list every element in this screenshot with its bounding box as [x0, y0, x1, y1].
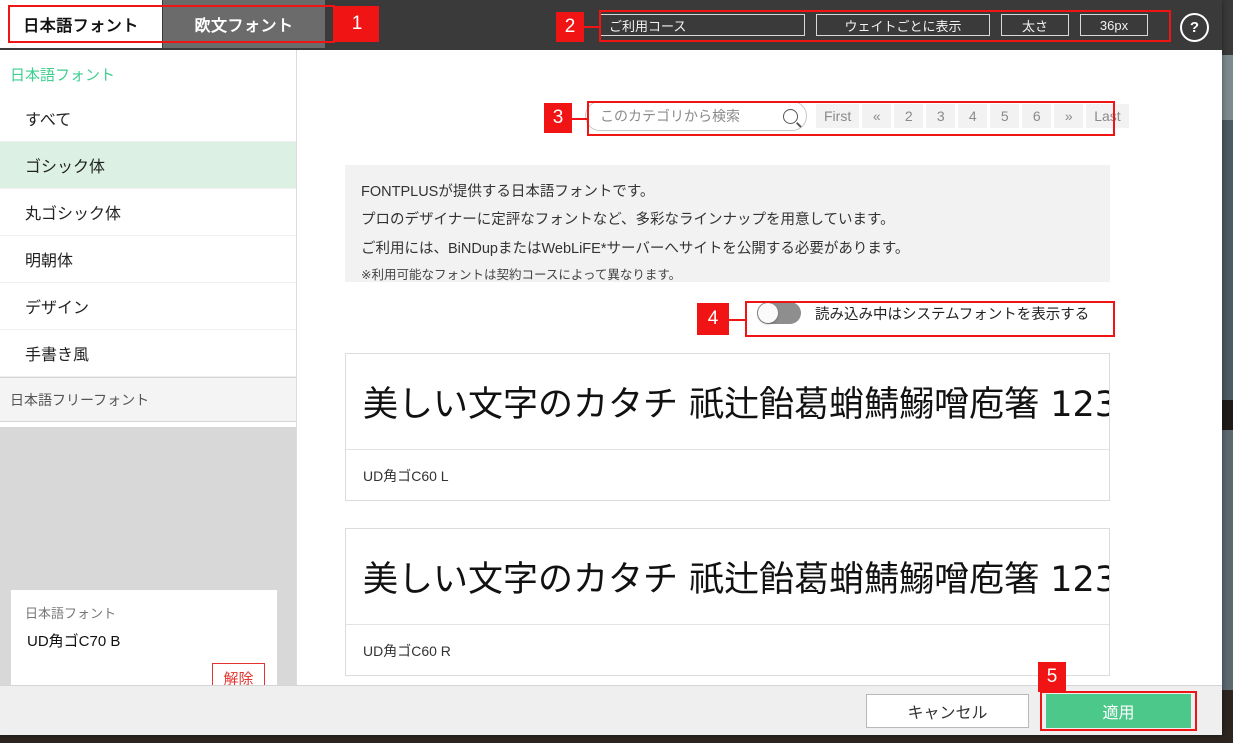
- search-icon: [783, 108, 798, 124]
- callout-marker-2: 2: [556, 12, 584, 42]
- course-selector[interactable]: ご利用コース: [600, 14, 805, 36]
- sidebar-item-round-gothic[interactable]: 丸ゴシック体: [0, 189, 296, 236]
- font-preview-text: 美しい文字のカタチ 祇辻飴葛蛸鯖鰯噌庖箸 12345 6789…: [346, 354, 1109, 450]
- help-icon-glyph: ?: [1189, 19, 1200, 36]
- info-line-1: FONTPLUSが提供する日本語フォントです。: [361, 184, 655, 200]
- callout-line-3: [572, 118, 587, 120]
- sidebar-item-gothic[interactable]: ゴシック体: [0, 142, 296, 189]
- callout-marker-3-label: 3: [552, 107, 564, 128]
- search-box[interactable]: [585, 101, 807, 131]
- selected-font-card: 日本語フォント UD角ゴC70 B 解除: [11, 590, 277, 685]
- info-line-2: プロのデザイナーに定評なフォントなど、多彩なラインナップを用意しています。: [361, 212, 895, 229]
- weight-display-selector[interactable]: ウェイトごとに表示: [816, 14, 990, 36]
- callout-marker-5: 5: [1038, 662, 1066, 692]
- tab-western-font[interactable]: 欧文フォント: [163, 0, 325, 48]
- font-picker-dialog: 日本語フォント 欧文フォント ご利用コース ウェイトごとに表示 太さ 36px …: [0, 0, 1222, 735]
- callout-marker-5-label: 5: [1046, 666, 1058, 687]
- callout-marker-1-label: 1: [351, 13, 363, 34]
- pagination-prev[interactable]: «: [862, 104, 892, 128]
- callout-marker-1: 1: [335, 6, 379, 42]
- pagination-page-4[interactable]: 4: [958, 104, 988, 128]
- pagination-label: 6: [1032, 108, 1041, 124]
- system-font-toggle-label: 読み込み中はシステムフォントを表示する: [815, 306, 1090, 323]
- pagination-label: «: [872, 108, 881, 124]
- sidebar-title: 日本語フォント: [10, 67, 116, 84]
- pagination-last[interactable]: Last: [1086, 104, 1129, 128]
- font-card[interactable]: 美しい文字のカタチ 祇辻飴葛蛸鯖鰯噌庖箸 12345 6789… UD角ゴC60…: [345, 353, 1110, 501]
- search-and-pagination-row: First « 2 3 4 5 6 » Last: [585, 101, 1132, 131]
- tab-western-font-label: 欧文フォント: [194, 18, 294, 35]
- thickness-label: 太さ: [1021, 18, 1048, 34]
- tab-japanese-font-label: 日本語フォント: [23, 18, 139, 35]
- callout-marker-3: 3: [544, 103, 572, 133]
- weight-display-label: ウェイトごとに表示: [844, 18, 962, 34]
- pagination-label: »: [1064, 108, 1073, 124]
- sidebar-item-all[interactable]: すべて: [0, 95, 296, 142]
- font-preview-text: 美しい文字のカタチ 祇辻飴葛蛸鯖鰯噌庖箸 12345 6789…: [346, 529, 1109, 625]
- pagination-label: First: [824, 108, 852, 124]
- sidebar-item-handwriting[interactable]: 手書き風: [0, 330, 296, 377]
- pagination-label: Last: [1094, 108, 1121, 124]
- main-content: First « 2 3 4 5 6 » Last FONTPLUSが提供する日本…: [297, 50, 1222, 685]
- thickness-selector[interactable]: 太さ: [1001, 14, 1069, 36]
- sidebar-item-mincho[interactable]: 明朝体: [0, 236, 296, 283]
- header-toolbar: ご利用コース ウェイトごとに表示 太さ 36px: [600, 0, 1148, 50]
- callout-marker-2-label: 2: [564, 16, 576, 37]
- release-button-label: 解除: [223, 670, 254, 686]
- pagination-page-5[interactable]: 5: [990, 104, 1020, 128]
- pagination-next[interactable]: »: [1054, 104, 1084, 128]
- selected-font-category: 日本語フォント: [25, 606, 117, 621]
- toggle-knob: [758, 303, 778, 323]
- selected-font-name: UD角ゴC70 B: [27, 633, 121, 650]
- apply-button-label: 適用: [1102, 705, 1135, 722]
- info-panel: FONTPLUSが提供する日本語フォントです。 プロのデザイナーに定評なフォント…: [345, 165, 1110, 282]
- callout-line-4: [729, 319, 745, 321]
- release-button[interactable]: 解除: [212, 663, 265, 685]
- pagination: First « 2 3 4 5 6 » Last: [816, 104, 1132, 128]
- sidebar-item-label: 手書き風: [25, 347, 90, 364]
- font-size-label: 36px: [1099, 17, 1129, 33]
- sidebar-section-free-fonts[interactable]: 日本語フリーフォント: [0, 377, 296, 422]
- sidebar-section-free-fonts-label: 日本語フリーフォント: [10, 391, 150, 408]
- callout-marker-4-label: 4: [707, 308, 719, 329]
- sidebar-item-design[interactable]: デザイン: [0, 283, 296, 330]
- help-icon[interactable]: ?: [1180, 13, 1209, 42]
- sidebar: 日本語フォント すべて ゴシック体 丸ゴシック体 明朝体 デザイン 手書き風 日…: [0, 50, 297, 685]
- sidebar-item-label: すべて: [25, 112, 72, 129]
- system-font-toggle[interactable]: [757, 302, 801, 324]
- search-input[interactable]: [598, 107, 783, 125]
- sidebar-item-label: 丸ゴシック体: [25, 206, 122, 223]
- pagination-label: 5: [1000, 108, 1009, 124]
- pagination-first[interactable]: First: [816, 104, 860, 128]
- dialog-header: 日本語フォント 欧文フォント ご利用コース ウェイトごとに表示 太さ 36px …: [0, 0, 1222, 50]
- font-card[interactable]: 美しい文字のカタチ 祇辻飴葛蛸鯖鰯噌庖箸 12345 6789… UD角ゴC60…: [345, 528, 1110, 676]
- dialog-footer: キャンセル 適用: [0, 685, 1222, 735]
- font-card-name: UD角ゴC60 L: [363, 468, 449, 484]
- info-line-3: ご利用には、BiNDupまたはWebLiFE*サーバーへサイトを公開する必要があ…: [361, 240, 910, 257]
- pagination-page-6[interactable]: 6: [1022, 104, 1052, 128]
- system-font-toggle-row: 読み込み中はシステムフォントを表示する: [757, 302, 1089, 324]
- font-size-selector[interactable]: 36px: [1080, 14, 1148, 36]
- course-selector-label: ご利用コース: [609, 18, 687, 34]
- callout-line-2: [584, 26, 599, 28]
- callout-marker-4: 4: [697, 303, 729, 335]
- pagination-page-2[interactable]: 2: [894, 104, 924, 128]
- sidebar-item-label: デザイン: [25, 300, 90, 317]
- cancel-button[interactable]: キャンセル: [866, 694, 1029, 728]
- sidebar-item-label: ゴシック体: [25, 159, 106, 176]
- tab-japanese-font[interactable]: 日本語フォント: [0, 0, 162, 48]
- sidebar-free-fonts-panel: 日本語フォント UD角ゴC70 B 解除: [0, 427, 296, 685]
- pagination-page-3[interactable]: 3: [926, 104, 956, 128]
- apply-button[interactable]: 適用: [1046, 694, 1191, 728]
- font-card-name: UD角ゴC60 R: [363, 643, 451, 659]
- pagination-label: 3: [936, 108, 945, 124]
- pagination-label: 2: [904, 108, 913, 124]
- cancel-button-label: キャンセル: [907, 705, 988, 722]
- pagination-label: 4: [968, 108, 977, 124]
- sidebar-item-label: 明朝体: [25, 253, 74, 270]
- info-note: ※利用可能なフォントは契約コースによって異なります。: [361, 268, 682, 283]
